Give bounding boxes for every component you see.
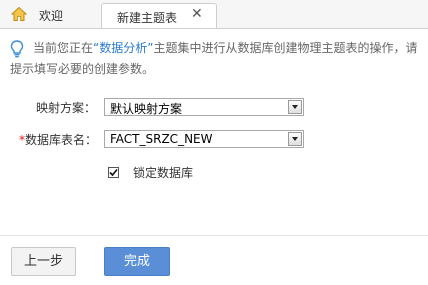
mapping-select[interactable]: 默认映射方案 [104,98,304,116]
lock-database-label[interactable]: 锁定数据库 [133,164,193,181]
tab-bar-divider [0,28,428,29]
hint-line-1: 当前您正在“数据分析”主题集中进行从数据库创建物理主题表的操作，请 [33,38,417,59]
close-icon[interactable]: ✕ [191,6,205,22]
footer-divider [0,235,428,236]
table-name-label: *数据库表名： [19,131,97,148]
lock-database-checkbox[interactable] [108,167,119,178]
finish-button[interactable]: 完成 [104,247,170,276]
lightbulb-icon [10,40,24,58]
hint-prefix: 当前您正在 [33,41,94,55]
tab-welcome-label: 欢迎 [39,9,64,23]
tab-bar: 欢迎 新建主题表 ✕ [0,0,428,29]
table-name-select[interactable]: FACT_SRZC_NEW [104,130,304,148]
hint-line-2: 提示填写必要的创建参数。 [10,62,155,76]
mapping-label: 映射方案： [36,101,97,115]
hint-subject-set: 数据分析 [99,41,148,55]
tab-welcome[interactable]: 欢迎 [0,2,98,27]
table-name-label-text: 数据库表名： [25,133,98,147]
tab-new-subject-table-label: 新建主题表 [117,11,178,25]
tab-new-subject-table[interactable]: 新建主题表 ✕ [101,3,217,29]
previous-step-button[interactable]: 上一步 [11,247,76,276]
check-icon [109,168,118,177]
hint-suffix: 主题集中进行从数据库创建物理主题表的操作，请 [153,41,418,55]
mapping-select-value: 默认映射方案 [110,102,183,116]
chevron-down-icon[interactable] [288,132,302,146]
chevron-down-icon[interactable] [288,100,302,114]
table-name-select-value: FACT_SRZC_NEW [110,132,213,146]
home-icon [11,6,27,21]
